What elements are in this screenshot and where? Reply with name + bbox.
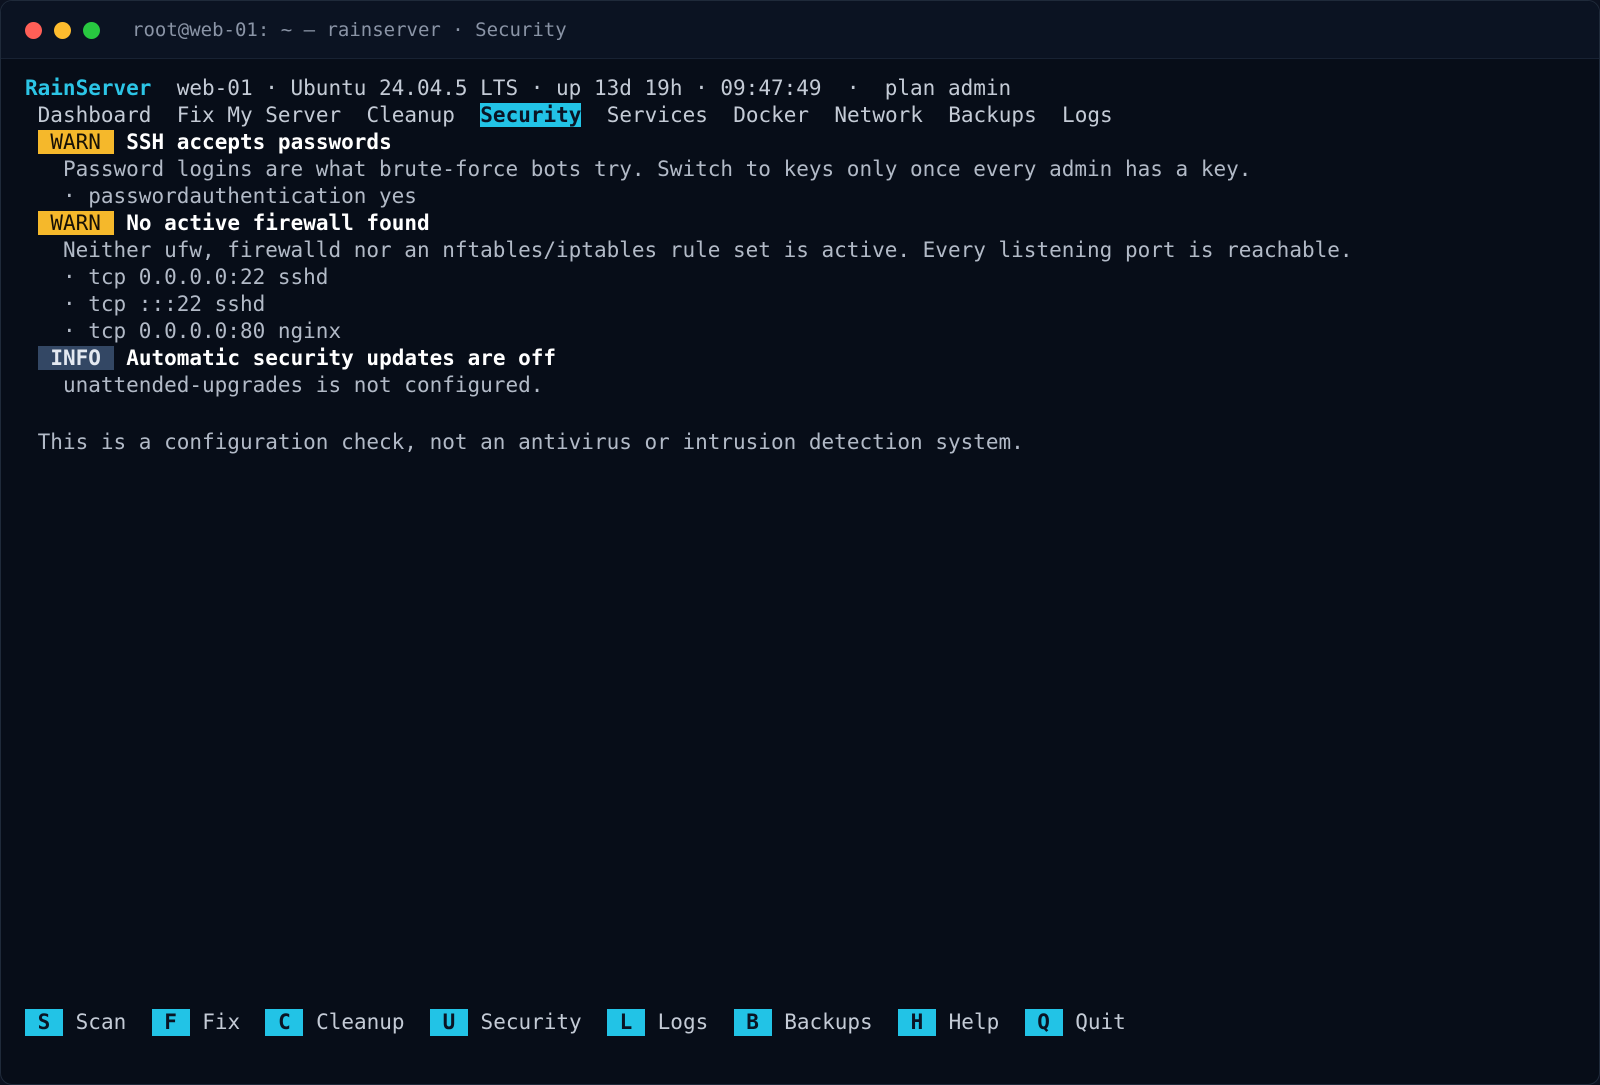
shortcut-label: Quit	[1075, 1010, 1126, 1034]
tab-fix-my-server[interactable]: Fix My Server	[177, 103, 341, 127]
finding-detail: · tcp 0.0.0.0:22 sshd	[25, 264, 329, 291]
finding-description: unattended-upgrades is not configured.	[25, 372, 543, 399]
severity-badge: WARN	[37, 130, 114, 154]
title-bar: root@web-01: ~ — rainserver · Security	[1, 1, 1599, 59]
shortcut-label: Backups	[784, 1010, 873, 1034]
finding-detail: · tcp 0.0.0.0:80 nginx	[25, 318, 341, 345]
shortcut-scan[interactable]: S Scan	[25, 1009, 127, 1036]
terminal-content: RainServer web-01 · Ubuntu 24.04.5 LTS ·…	[1, 1, 1353, 454]
shortcut-key: S	[25, 1009, 63, 1036]
shortcut-label: Security	[480, 1010, 582, 1034]
shortcut-label: Scan	[75, 1010, 127, 1034]
tab-services[interactable]: Services	[607, 103, 708, 127]
shortcut-key: L	[607, 1009, 645, 1036]
finding-title: Automatic security updates are off	[126, 346, 557, 370]
tab-network[interactable]: Network	[834, 103, 923, 127]
shortcut-help[interactable]: H Help	[898, 1009, 1000, 1036]
finding-description: Password logins are what brute-force bot…	[25, 156, 1251, 183]
finding-detail-text: · tcp 0.0.0.0:80 nginx	[62, 319, 342, 343]
finding-header: WARN No active firewall found	[25, 210, 430, 237]
finding-detail-text: · tcp 0.0.0.0:22 sshd	[62, 265, 329, 289]
finding-title: SSH accepts passwords	[126, 130, 392, 154]
finding-description: Neither ufw, firewalld nor an nftables/i…	[25, 237, 1353, 264]
tab-cleanup[interactable]: Cleanup	[366, 103, 455, 127]
finding-detail-text: · passwordauthentication yes	[62, 184, 417, 208]
shortcut-key: U	[429, 1009, 468, 1036]
finding-description-text: unattended-upgrades is not configured.	[62, 373, 544, 397]
shortcut-fix[interactable]: F Fix	[151, 1009, 241, 1036]
finding-detail-text: · tcp :::22 sshd	[62, 292, 266, 316]
tab-backups[interactable]: Backups	[948, 103, 1037, 127]
shortcut-key: B	[733, 1009, 772, 1036]
shortcut-key: F	[151, 1009, 190, 1036]
tab-docker[interactable]: Docker	[733, 103, 809, 127]
shortcut-security[interactable]: U Security	[429, 1009, 582, 1036]
finding-description-text: Neither ufw, firewalld nor an nftables/i…	[62, 238, 1353, 262]
terminal-window: root@web-01: ~ — rainserver · Security R…	[0, 0, 1600, 1085]
severity-label: INFO	[50, 346, 101, 370]
maximize-button[interactable]	[83, 22, 100, 39]
shortcut-quit[interactable]: Q Quit	[1024, 1009, 1126, 1036]
shortcut-label: Logs	[657, 1010, 709, 1034]
finding-title: No active firewall found	[126, 211, 430, 235]
finding-detail: · tcp :::22 sshd	[25, 291, 265, 318]
tab-security[interactable]: Security	[480, 103, 582, 127]
severity-badge: WARN	[37, 211, 114, 235]
finding-detail: · passwordauthentication yes	[25, 183, 417, 210]
severity-badge: INFO	[37, 346, 114, 370]
disclaimer-label: This is a configuration check, not an an…	[37, 430, 1024, 454]
shortcut-cleanup[interactable]: C Cleanup	[265, 1009, 405, 1036]
finding-description-text: Password logins are what brute-force bot…	[62, 157, 1252, 181]
severity-label: WARN	[50, 130, 101, 154]
window-title: root@web-01: ~ — rainserver · Security	[132, 19, 567, 41]
shortcut-logs[interactable]: L Logs	[607, 1009, 709, 1036]
severity-label: WARN	[50, 211, 101, 235]
shortcut-backups[interactable]: B Backups	[733, 1009, 873, 1036]
shortcut-key: Q	[1024, 1009, 1063, 1036]
status-line: RainServer web-01 · Ubuntu 24.04.5 LTS ·…	[25, 75, 1011, 102]
shortcut-label: Cleanup	[316, 1010, 405, 1034]
disclaimer-text: This is a configuration check, not an an…	[25, 429, 1024, 456]
shortcut-key: H	[898, 1009, 936, 1036]
tab-bar: Dashboard Fix My Server Cleanup Security…	[25, 102, 1125, 129]
app-brand: RainServer	[25, 76, 152, 100]
tab-logs[interactable]: Logs	[1062, 103, 1113, 127]
tab-dashboard[interactable]: Dashboard	[38, 103, 152, 127]
minimize-button[interactable]	[54, 22, 71, 39]
shortcut-bar: S Scan F Fix C Cleanup U Security L Logs…	[25, 1009, 1126, 1036]
shortcut-label: Help	[948, 1010, 1000, 1034]
shortcut-label: Fix	[202, 1010, 241, 1034]
shortcut-key: C	[265, 1009, 304, 1036]
finding-header: WARN SSH accepts passwords	[25, 129, 392, 156]
finding-header: INFO Automatic security updates are off	[25, 345, 556, 372]
server-status: web-01 · Ubuntu 24.04.5 LTS · up 13d 19h…	[176, 76, 1012, 100]
